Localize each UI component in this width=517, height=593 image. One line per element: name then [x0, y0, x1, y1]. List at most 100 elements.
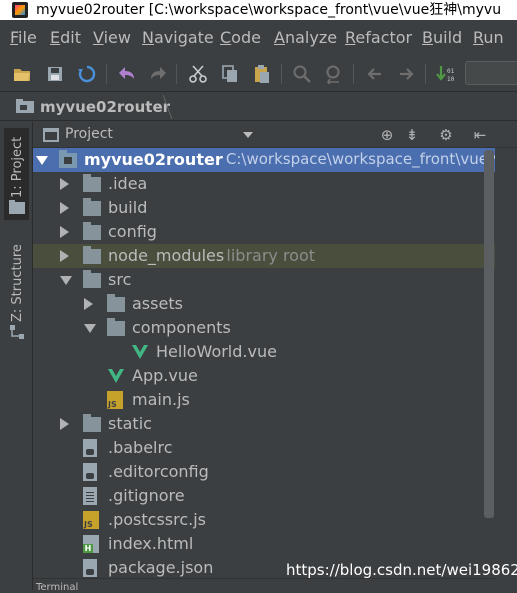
- find-icon[interactable]: [292, 64, 312, 84]
- terminal-tab-label[interactable]: Terminal: [36, 582, 78, 593]
- tree-item-label: main.js: [132, 390, 190, 409]
- tree-row[interactable]: JS .postcssrc.js: [33, 508, 495, 532]
- horizontal-scrollbar[interactable]: [33, 578, 495, 590]
- replace-icon[interactable]: [324, 64, 344, 84]
- copy-icon[interactable]: [220, 64, 240, 84]
- forward-icon[interactable]: [396, 64, 416, 84]
- tree-item-label: assets: [132, 294, 183, 313]
- tree-row[interactable]: myvue02router C:\workspace\workspace_fron…: [33, 148, 495, 172]
- project-panel-title[interactable]: Project: [65, 126, 113, 142]
- module-folder-icon: [16, 99, 34, 113]
- tree-item-label: package.json: [108, 558, 214, 577]
- svg-text:01: 01: [447, 68, 455, 75]
- tree-item-hint: C:\workspace\workspace_front\vue\vue: [225, 150, 495, 168]
- tool-tab-project-label[interactable]: 1: Project: [10, 137, 25, 198]
- chevron-right-icon[interactable]: [60, 178, 69, 190]
- menu-bar: File Edit View Navigate Code Analyze Ref…: [0, 20, 517, 56]
- chevron-right-icon[interactable]: [84, 298, 93, 310]
- menu-code[interactable]: Code: [220, 28, 261, 47]
- project-tree: myvue02router C:\workspace\workspace_fron…: [33, 148, 495, 578]
- folder-icon: [83, 174, 101, 192]
- module-folder-icon: [59, 150, 77, 168]
- vue-file-icon: [132, 345, 148, 359]
- tree-item-label: HelloWorld.vue: [156, 342, 277, 361]
- tree-item-label: .gitignore: [108, 486, 185, 505]
- tree-row[interactable]: node_modules library root: [33, 244, 495, 268]
- config-file-icon: [83, 559, 97, 577]
- project-view-icon: [43, 128, 59, 142]
- save-icon[interactable]: [45, 64, 65, 84]
- chevron-down-icon[interactable]: [243, 132, 253, 138]
- text-file-icon: [83, 487, 97, 505]
- undo-icon[interactable]: [117, 64, 137, 84]
- tree-item-label: index.html: [108, 534, 194, 553]
- menu-navigate[interactable]: Navigate: [142, 28, 214, 47]
- toolbar-separator: [176, 64, 177, 84]
- navigation-bar: myvue02router: [0, 93, 517, 121]
- tree-row[interactable]: build: [33, 196, 495, 220]
- js-file-icon: JS: [107, 391, 123, 409]
- hide-panel-icon[interactable]: ⇤: [471, 126, 489, 144]
- intellij-app-icon: [12, 2, 28, 18]
- menu-run[interactable]: Run: [473, 28, 504, 47]
- menu-view[interactable]: View: [93, 28, 131, 47]
- tree-item-label: static: [108, 414, 152, 433]
- menu-file[interactable]: File: [10, 28, 37, 47]
- chevron-down-icon[interactable]: [60, 276, 72, 285]
- tree-item-label: myvue02router: [84, 150, 223, 169]
- chevron-right-icon[interactable]: [60, 202, 69, 214]
- tree-row[interactable]: .gitignore: [33, 484, 495, 508]
- tool-tab-structure-label[interactable]: Z: Structure: [10, 244, 25, 322]
- chevron-right-icon[interactable]: [60, 418, 69, 430]
- tree-row[interactable]: .babelrc: [33, 436, 495, 460]
- breadcrumb-project[interactable]: myvue02router: [40, 98, 170, 116]
- config-file-icon: [83, 439, 97, 457]
- tree-item-label: .idea: [108, 174, 148, 193]
- chevron-right-icon[interactable]: [60, 250, 69, 262]
- run-configuration-selector[interactable]: [465, 61, 517, 85]
- gear-icon[interactable]: ⚙: [437, 126, 455, 144]
- vertical-scrollbar[interactable]: [484, 150, 494, 518]
- vcs-update-icon[interactable]: 0110: [436, 64, 456, 84]
- back-icon[interactable]: [365, 64, 385, 84]
- tree-item-label: .babelrc: [108, 438, 173, 457]
- menu-refactor[interactable]: Refactor: [345, 28, 412, 47]
- tree-row[interactable]: JS main.js: [33, 388, 495, 412]
- tree-row[interactable]: static: [33, 412, 495, 436]
- cut-icon[interactable]: [188, 64, 208, 84]
- folder-icon: [83, 246, 101, 264]
- tree-row[interactable]: HelloWorld.vue: [33, 340, 495, 364]
- collapse-all-icon[interactable]: ⇟: [403, 126, 421, 144]
- tree-row[interactable]: .editorconfig: [33, 460, 495, 484]
- svg-text:10: 10: [447, 76, 455, 83]
- structure-icon: [10, 325, 24, 339]
- chevron-right-icon[interactable]: [60, 226, 69, 238]
- menu-build[interactable]: Build: [422, 28, 462, 47]
- tree-row[interactable]: src: [33, 268, 495, 292]
- project-folder-icon: [9, 200, 25, 214]
- toolbar-separator: [281, 64, 282, 84]
- tree-row[interactable]: components: [33, 316, 495, 340]
- tree-row[interactable]: App.vue: [33, 364, 495, 388]
- menu-analyze[interactable]: Analyze: [274, 28, 337, 47]
- main-toolbar: 01 10: [0, 56, 517, 92]
- locate-icon[interactable]: ⊕: [378, 126, 396, 144]
- tree-row[interactable]: .idea: [33, 172, 495, 196]
- watermark: https://blog.csdn.net/wei198621: [286, 561, 517, 579]
- sync-icon[interactable]: [77, 64, 97, 84]
- folder-icon: [107, 294, 125, 312]
- tree-row[interactable]: assets: [33, 292, 495, 316]
- paste-icon[interactable]: [252, 64, 272, 84]
- tree-item-label: .postcssrc.js: [108, 510, 206, 529]
- tree-item-label: App.vue: [132, 366, 198, 385]
- open-folder-icon[interactable]: [12, 64, 32, 84]
- tree-item-label: node_modules: [108, 246, 225, 265]
- tree-row[interactable]: Hindex.html: [33, 532, 495, 556]
- menu-edit[interactable]: Edit: [50, 28, 81, 47]
- redo-icon[interactable]: [148, 64, 168, 84]
- chevron-down-icon[interactable]: [84, 324, 96, 333]
- chevron-down-icon[interactable]: [36, 156, 48, 165]
- tree-row[interactable]: config: [33, 220, 495, 244]
- js-file-icon: JS: [83, 511, 99, 529]
- tree-item-label: components: [132, 318, 231, 337]
